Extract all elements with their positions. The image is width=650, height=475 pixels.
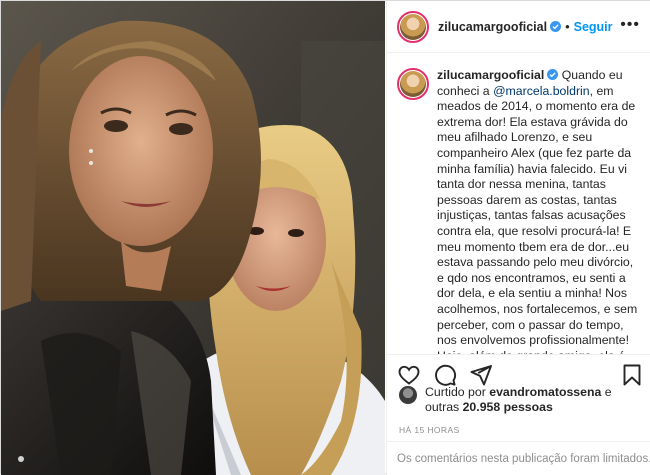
more-options-icon[interactable]: ••• <box>620 17 640 33</box>
photo-illustration <box>1 1 385 475</box>
like-heart-icon[interactable] <box>397 363 421 387</box>
caption-verified-badge-icon <box>547 69 559 80</box>
post-timestamp[interactable]: HÁ 15 HORAS <box>399 425 460 435</box>
post-sidebar: zilucamargooficial • Seguir ••• zilucama… <box>386 1 650 475</box>
liker-username[interactable]: evandromatossena <box>489 385 601 399</box>
author-avatar[interactable] <box>397 10 429 43</box>
action-bar <box>387 354 650 388</box>
caption-avatar[interactable] <box>397 68 429 100</box>
likes-prefix: Curtido por <box>425 385 490 399</box>
caption-username[interactable]: zilucamargooficial <box>437 68 544 82</box>
comments-limited-notice: Os comentários nesta publicação foram li… <box>387 441 650 475</box>
caption-section: zilucamargooficial Quando eu conheci a @… <box>387 54 650 354</box>
save-bookmark-icon[interactable] <box>620 363 644 387</box>
comment-icon[interactable] <box>433 363 457 387</box>
post-window: zilucamargooficial • Seguir ••• zilucama… <box>0 0 650 475</box>
post-photo[interactable] <box>1 1 385 475</box>
likes-summary: Curtido por evandromatossena e outras 20… <box>399 385 649 415</box>
separator-dot: • <box>565 19 570 34</box>
caption-mention-link[interactable]: @marcela.boldrin <box>493 84 590 98</box>
likes-middle: e <box>601 385 612 399</box>
likes-text: Curtido por evandromatossena e outras 20… <box>425 385 612 415</box>
verified-badge-icon <box>550 21 562 32</box>
author-username[interactable]: zilucamargooficial <box>438 20 547 34</box>
likes-count-link[interactable]: 20.958 pessoas <box>463 400 553 414</box>
post-header: zilucamargooficial • Seguir ••• <box>387 1 650 53</box>
caption-text: zilucamargooficial Quando eu conheci a @… <box>437 68 642 354</box>
share-icon[interactable] <box>469 363 493 387</box>
likes-line2-prefix: outras <box>425 400 463 414</box>
liker-avatar[interactable] <box>399 386 417 404</box>
caption-part2: , em meados de 2014, o momento era de ex… <box>437 83 638 354</box>
follow-button[interactable]: Seguir <box>574 20 613 34</box>
